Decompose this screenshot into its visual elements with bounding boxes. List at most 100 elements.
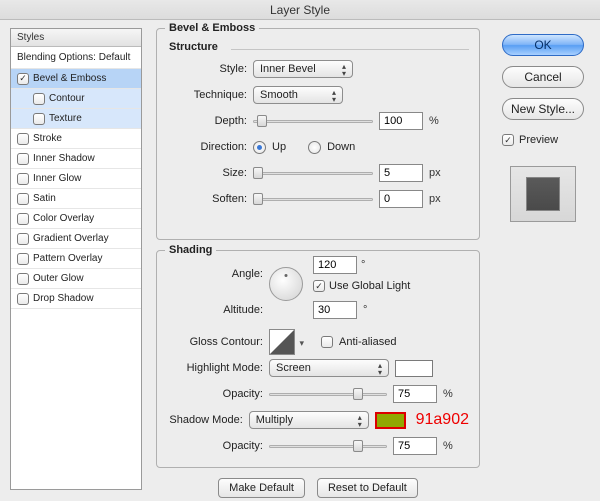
highlight-color-swatch[interactable]	[395, 360, 433, 377]
highlight-opacity-slider[interactable]	[269, 387, 387, 401]
checkbox-color-overlay[interactable]	[17, 213, 29, 225]
global-light-label: Use Global Light	[329, 280, 410, 292]
angle-input[interactable]	[313, 256, 357, 274]
sidebar-item-texture[interactable]: Texture	[11, 109, 141, 129]
sidebar-item-gradient-overlay[interactable]: Gradient Overlay	[11, 229, 141, 249]
checkbox-outer-glow[interactable]	[17, 273, 29, 285]
shading-heading: Shading	[165, 244, 216, 256]
soften-unit: px	[429, 193, 441, 205]
window-content: Styles Blending Options: Default Bevel &…	[0, 20, 600, 501]
direction-label: Direction:	[167, 141, 247, 153]
size-input[interactable]	[379, 164, 423, 182]
technique-value: Smooth	[260, 89, 298, 101]
checkbox-gradient-overlay[interactable]	[17, 233, 29, 245]
shadow-color-swatch[interactable]	[375, 412, 406, 429]
checkbox-inner-glow[interactable]	[17, 173, 29, 185]
checkbox-antialiased[interactable]	[321, 336, 333, 348]
angle-label: Angle:	[167, 268, 263, 280]
size-unit: px	[429, 167, 441, 179]
checkbox-stroke[interactable]	[17, 133, 29, 145]
direction-down-radio[interactable]	[308, 141, 321, 154]
angle-unit: °	[361, 259, 365, 271]
window-title: Layer Style	[0, 0, 600, 20]
shadow-mode-select[interactable]: Multiply ▴▾	[249, 411, 369, 429]
depth-slider[interactable]	[253, 114, 373, 128]
sidebar-item-label: Inner Shadow	[33, 153, 95, 164]
structure-heading: Structure	[169, 41, 469, 53]
effects-sidebar: Styles Blending Options: Default Bevel &…	[10, 28, 142, 490]
shadow-mode-label: Shadow Mode:	[167, 414, 243, 426]
checkbox-inner-shadow[interactable]	[17, 153, 29, 165]
new-style-button[interactable]: New Style...	[502, 98, 584, 120]
style-label: Style:	[167, 63, 247, 75]
highlight-mode-select[interactable]: Screen ▴▾	[269, 359, 389, 377]
sidebar-item-label: Bevel & Emboss	[33, 73, 106, 84]
depth-unit: %	[429, 115, 439, 127]
style-select[interactable]: Inner Bevel ▴▾	[253, 60, 353, 78]
depth-input[interactable]	[379, 112, 423, 130]
direction-up-radio[interactable]	[253, 141, 266, 154]
style-value: Inner Bevel	[260, 63, 316, 75]
sidebar-item-inner-shadow[interactable]: Inner Shadow	[11, 149, 141, 169]
checkbox-texture[interactable]	[33, 113, 45, 125]
caret-icon: ▴▾	[376, 362, 384, 376]
make-default-button[interactable]: Make Default	[218, 478, 305, 498]
sidebar-item-label: Pattern Overlay	[33, 253, 102, 264]
caret-icon: ▴▾	[330, 89, 338, 103]
highlight-mode-label: Highlight Mode:	[167, 362, 263, 374]
shadow-opacity-label: Opacity:	[167, 440, 263, 452]
highlight-opacity-label: Opacity:	[167, 388, 263, 400]
soften-slider[interactable]	[253, 192, 373, 206]
sidebar-blending-options[interactable]: Blending Options: Default	[11, 47, 141, 69]
size-slider[interactable]	[253, 166, 373, 180]
sidebar-item-bevel-emboss[interactable]: Bevel & Emboss	[11, 69, 141, 89]
technique-select[interactable]: Smooth ▴▾	[253, 86, 343, 104]
checkbox-global-light[interactable]	[313, 280, 325, 292]
size-label: Size:	[167, 167, 247, 179]
sidebar-item-satin[interactable]: Satin	[11, 189, 141, 209]
structure-divider	[231, 49, 469, 50]
depth-label: Depth:	[167, 115, 247, 127]
altitude-input[interactable]	[313, 301, 357, 319]
sidebar-header[interactable]: Styles	[11, 29, 141, 47]
sidebar-item-pattern-overlay[interactable]: Pattern Overlay	[11, 249, 141, 269]
antialiased-label: Anti-aliased	[339, 336, 396, 348]
preview-toggle[interactable]: Preview	[502, 134, 584, 146]
preview-thumbnail	[510, 166, 576, 222]
checkbox-satin[interactable]	[17, 193, 29, 205]
direction-down-label: Down	[327, 141, 355, 153]
highlight-opacity-input[interactable]	[393, 385, 437, 403]
altitude-unit: °	[363, 304, 367, 316]
gloss-contour-label: Gloss Contour:	[167, 336, 263, 348]
soften-input[interactable]	[379, 190, 423, 208]
angle-dial[interactable]	[269, 267, 303, 301]
ok-button[interactable]: OK	[502, 34, 584, 56]
sidebar-item-drop-shadow[interactable]: Drop Shadow	[11, 289, 141, 309]
sidebar-item-contour[interactable]: Contour	[11, 89, 141, 109]
sidebar-item-label: Contour	[49, 93, 85, 104]
layer-style-window: Layer Style Styles Blending Options: Def…	[0, 0, 600, 501]
sidebar-item-outer-glow[interactable]: Outer Glow	[11, 269, 141, 289]
checkbox-bevel-emboss[interactable]	[17, 73, 29, 85]
sidebar-item-label: Texture	[49, 113, 82, 124]
checkbox-contour[interactable]	[33, 93, 45, 105]
checkbox-preview[interactable]	[502, 134, 514, 146]
cancel-button[interactable]: Cancel	[502, 66, 584, 88]
shadow-opacity-input[interactable]	[393, 437, 437, 455]
sidebar-item-color-overlay[interactable]: Color Overlay	[11, 209, 141, 229]
default-buttons-row: Make Default Reset to Default	[156, 478, 480, 498]
chevron-down-icon: ▾	[299, 338, 304, 349]
checkbox-pattern-overlay[interactable]	[17, 253, 29, 265]
direction-up-label: Up	[272, 141, 286, 153]
sidebar-item-stroke[interactable]: Stroke	[11, 129, 141, 149]
bevel-emboss-panel: Bevel & Emboss Structure Style: Inner Be…	[156, 28, 480, 498]
right-column: OK Cancel New Style... Preview	[500, 34, 586, 222]
technique-label: Technique:	[167, 89, 247, 101]
reset-default-button[interactable]: Reset to Default	[317, 478, 418, 498]
shadow-opacity-slider[interactable]	[269, 439, 387, 453]
caret-icon: ▴▾	[340, 63, 348, 77]
gloss-contour-picker[interactable]: ▾	[269, 329, 295, 355]
sidebar-item-label: Stroke	[33, 133, 62, 144]
checkbox-drop-shadow[interactable]	[17, 293, 29, 305]
sidebar-item-inner-glow[interactable]: Inner Glow	[11, 169, 141, 189]
